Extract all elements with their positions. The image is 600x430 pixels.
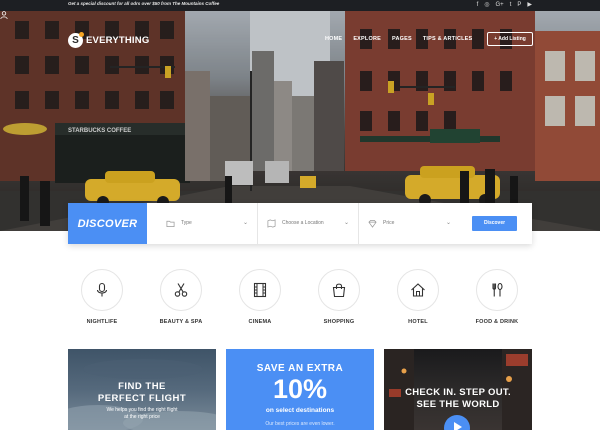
chevron-down-icon: ⌄ bbox=[445, 220, 451, 226]
youtube-icon[interactable]: ▶ bbox=[527, 1, 532, 9]
location-placeholder: Choose a Location bbox=[282, 220, 324, 226]
category-label: NIGHTLIFE bbox=[86, 319, 118, 325]
site-logo[interactable]: S EVERYTHING bbox=[68, 32, 150, 48]
category-shopping[interactable]: SHOPPING bbox=[309, 269, 369, 325]
save-promo-card[interactable]: SAVE AN EXTRA 10% on select destinations… bbox=[226, 349, 374, 430]
category-food-drink[interactable]: FOOD & DRINK bbox=[467, 269, 527, 325]
flight-promo-card[interactable]: FIND THE PERFECT FLIGHT We helps you fin… bbox=[68, 349, 216, 430]
hero-image: STARBUCKS COFFEE S EVERYTHING HOME EXPLO… bbox=[0, 11, 600, 231]
save-subtitle: on select destinations bbox=[265, 407, 335, 414]
checkin-heading: CHECK IN. STEP OUT. SEE THE WORLD bbox=[384, 387, 532, 411]
scissors-icon bbox=[174, 283, 188, 297]
save-heading: SAVE AN EXTRA bbox=[256, 363, 344, 374]
top-bar: Get a special discount for all odrs over… bbox=[0, 0, 600, 11]
map-icon bbox=[267, 219, 276, 228]
instagram-icon[interactable]: ◎ bbox=[484, 1, 489, 9]
type-select[interactable]: Type ⌄ bbox=[157, 203, 258, 244]
logo-mark: S bbox=[68, 32, 84, 48]
category-label: CINEMA bbox=[248, 319, 272, 325]
location-select[interactable]: Choose a Location ⌄ bbox=[258, 203, 359, 244]
checkin-heading-line2: SEE THE WORLD bbox=[416, 399, 500, 410]
type-placeholder: Type bbox=[181, 220, 192, 226]
flight-subtitle-line2: at the right price bbox=[124, 414, 160, 420]
folder-icon bbox=[166, 220, 175, 228]
nav-tips-articles[interactable]: TIPS & ARTICLES bbox=[423, 36, 473, 42]
category-nightlife[interactable]: NIGHTLIFE bbox=[72, 269, 132, 325]
chevron-down-icon: ⌄ bbox=[242, 220, 248, 226]
add-listing-button[interactable]: + Add Listing bbox=[487, 32, 533, 46]
facebook-icon[interactable]: f bbox=[477, 1, 479, 9]
flight-heading-line2: PERFECT FLIGHT bbox=[97, 393, 187, 404]
shopping-bag-icon bbox=[332, 283, 346, 298]
checkin-promo-card[interactable]: CHECK IN. STEP OUT. SEE THE WORLD bbox=[384, 349, 532, 430]
search-bar: DISCOVER Type ⌄ Choose a Location ⌄ Pric… bbox=[68, 203, 532, 244]
category-label: BEAUTY & SPA bbox=[159, 319, 203, 325]
google-plus-icon[interactable]: G+ bbox=[496, 1, 504, 9]
nav-pages[interactable]: PAGES bbox=[392, 36, 412, 42]
price-select[interactable]: Price ⌄ bbox=[359, 203, 460, 244]
social-links: f ◎ G+ t P ▶ bbox=[477, 1, 532, 9]
category-label: HOTEL bbox=[408, 319, 428, 325]
twitter-icon[interactable]: t bbox=[510, 1, 512, 9]
discover-button[interactable]: Discover bbox=[472, 216, 517, 231]
diamond-icon bbox=[368, 219, 377, 228]
promo-text: Get a special discount for all odrs over… bbox=[68, 1, 220, 6]
film-icon bbox=[253, 282, 267, 298]
nav-home[interactable]: HOME bbox=[325, 36, 342, 42]
fork-spoon-icon bbox=[492, 282, 503, 297]
logo-text: EVERYTHING bbox=[86, 35, 150, 46]
category-label: SHOPPING bbox=[323, 319, 355, 325]
pinterest-icon[interactable]: P bbox=[517, 1, 521, 9]
checkin-heading-line1: CHECK IN. STEP OUT. bbox=[405, 387, 511, 398]
microphone-icon bbox=[96, 282, 108, 297]
flight-heading-line1: FIND THE bbox=[118, 381, 166, 392]
category-label: FOOD & DRINK bbox=[475, 319, 519, 325]
category-cinema[interactable]: CINEMA bbox=[230, 269, 290, 325]
save-percentage: 10% bbox=[272, 374, 328, 404]
flight-heading: FIND THE PERFECT FLIGHT bbox=[68, 381, 216, 405]
flight-subtitle: We helps you find the right flight at th… bbox=[68, 407, 216, 421]
user-icon[interactable] bbox=[0, 11, 8, 19]
category-hotel[interactable]: HOTEL bbox=[388, 269, 448, 325]
category-beauty-spa[interactable]: BEAUTY & SPA bbox=[151, 269, 211, 325]
flight-subtitle-line1: We helps you find the right flight bbox=[106, 407, 178, 413]
house-icon bbox=[411, 283, 425, 297]
chevron-down-icon: ⌄ bbox=[343, 220, 349, 226]
discover-label: DISCOVER bbox=[68, 203, 147, 244]
main-nav: HOME EXPLORE PAGES TIPS & ARTICLES bbox=[325, 36, 472, 42]
save-note: Our best prices are even lower. bbox=[265, 421, 335, 427]
price-placeholder: Price bbox=[383, 220, 395, 226]
nav-explore[interactable]: EXPLORE bbox=[353, 36, 381, 42]
